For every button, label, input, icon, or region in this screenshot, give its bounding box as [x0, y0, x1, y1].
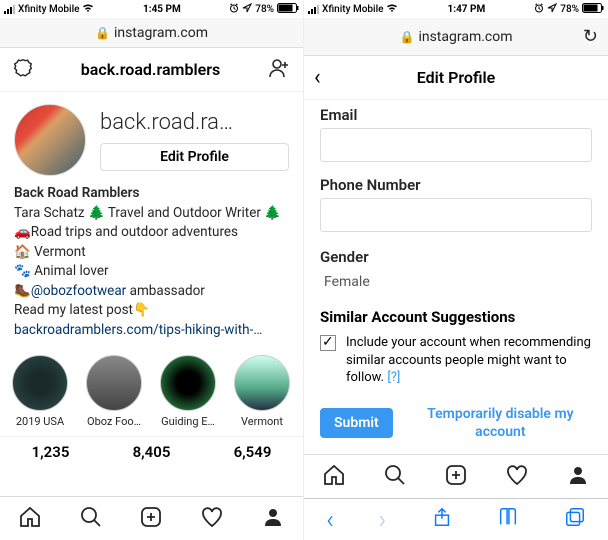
safari-forward-icon[interactable]: ›: [379, 505, 387, 535]
highlight-label: Vermont: [241, 415, 283, 428]
home-icon[interactable]: [322, 463, 346, 491]
profile-name: Back Road Ramblers: [14, 184, 289, 204]
email-label: Email: [320, 106, 592, 124]
safari-toolbar: ‹ ›: [304, 498, 608, 540]
discover-people-icon[interactable]: [267, 56, 291, 84]
username-display: back.road.ra…: [100, 110, 289, 135]
phone-field[interactable]: [320, 198, 592, 232]
stats-row: 1,235 8,405 6,549: [0, 436, 303, 463]
sas-description: Include your account when recommending s…: [346, 334, 592, 387]
back-icon[interactable]: ‹: [314, 65, 321, 90]
signal-icon: [4, 5, 15, 14]
bio-line: 🚗Road trips and outdoor adventures: [14, 223, 289, 243]
bottom-nav: [304, 454, 608, 498]
battery-label: 78%: [255, 4, 274, 15]
email-field[interactable]: [320, 128, 592, 162]
bio-line: 🏠 Vermont: [14, 243, 289, 263]
new-post-icon[interactable]: [139, 505, 163, 533]
url-text: instagram.com: [114, 25, 208, 41]
wifi-icon: [82, 3, 94, 16]
help-link[interactable]: [?]: [387, 370, 400, 385]
profile-icon[interactable]: [566, 463, 590, 491]
home-icon[interactable]: [18, 505, 42, 533]
stat-followers[interactable]: 8,405: [101, 443, 202, 461]
sas-checkbox[interactable]: [320, 335, 336, 351]
highlight-item[interactable]: 2019 USA: [8, 355, 72, 428]
highlight-label: 2019 USA: [16, 415, 64, 428]
stat-following[interactable]: 6,549: [202, 443, 303, 461]
bio-line: 🥾@obozfootwear ambassador: [14, 282, 289, 302]
highlights-row: 2019 USA Oboz Foo… Guiding E… Vermont: [0, 349, 303, 436]
submit-button[interactable]: Submit: [320, 408, 393, 438]
highlight-thumb: [12, 355, 68, 411]
search-icon[interactable]: [383, 463, 407, 491]
gender-label: Gender: [320, 248, 592, 266]
ig-header: back.road.ramblers: [0, 48, 303, 92]
bottom-nav: [0, 496, 303, 540]
profile-icon[interactable]: [261, 505, 285, 533]
clock: 1:45 PM: [143, 4, 181, 15]
safari-tabs-icon[interactable]: [564, 506, 586, 534]
wifi-icon: [386, 3, 398, 16]
carrier-label: Xfinity Mobile: [18, 4, 79, 15]
new-post-icon[interactable]: [444, 463, 468, 491]
lock-icon: 🔒: [95, 26, 110, 40]
highlight-item[interactable]: Guiding E…: [156, 355, 220, 428]
url-bar[interactable]: 🔒 instagram.com ↻: [304, 18, 608, 56]
page-title: Edit Profile: [417, 68, 496, 87]
header-username[interactable]: back.road.ramblers: [34, 60, 267, 79]
url-bar[interactable]: 🔒 instagram.com: [0, 18, 303, 48]
carrier-label: Xfinity Mobile: [322, 4, 383, 15]
bio-line: Read my latest post👇: [14, 301, 289, 321]
highlight-thumb: [234, 355, 290, 411]
location-icon: [547, 3, 557, 16]
highlight-item[interactable]: Oboz Foo…: [82, 355, 146, 428]
highlight-thumb: [86, 355, 142, 411]
avatar[interactable]: [14, 104, 86, 176]
alarm-icon: [229, 3, 239, 16]
battery-icon: [277, 3, 299, 16]
edit-profile-button[interactable]: Edit Profile: [100, 143, 289, 171]
battery-icon: [582, 3, 604, 16]
safari-back-icon[interactable]: ‹: [326, 505, 334, 535]
activity-icon[interactable]: [200, 505, 224, 533]
phone-label: Phone Number: [320, 176, 592, 194]
bio: Back Road Ramblers Tara Schatz 🌲 Travel …: [0, 182, 303, 349]
status-bar: Xfinity Mobile 1:47 PM 78%: [304, 0, 608, 18]
highlight-label: Oboz Foo…: [87, 415, 141, 428]
highlight-thumb: [160, 355, 216, 411]
alarm-icon: [534, 3, 544, 16]
lock-icon: 🔒: [399, 30, 414, 44]
edit-header: ‹ Edit Profile: [304, 56, 608, 100]
gender-value[interactable]: Female: [320, 270, 592, 294]
search-icon[interactable]: [79, 505, 103, 533]
safari-bookmarks-icon[interactable]: [497, 506, 519, 534]
status-bar: Xfinity Mobile 1:45 PM 78%: [0, 0, 303, 18]
stat-posts[interactable]: 1,235: [0, 443, 101, 461]
highlight-label: Guiding E…: [161, 415, 215, 428]
mention-link[interactable]: @obozfootwear: [31, 283, 126, 299]
clock: 1:47 PM: [448, 4, 486, 15]
signal-icon: [308, 5, 319, 14]
settings-icon[interactable]: [12, 57, 34, 83]
disable-account-link[interactable]: Temporarily disable my account: [409, 405, 592, 441]
refresh-icon[interactable]: ↻: [583, 26, 598, 47]
sas-title: Similar Account Suggestions: [320, 308, 592, 326]
url-text: instagram.com: [418, 29, 512, 45]
bio-link[interactable]: backroadramblers.com/tips-hiking-with-…: [14, 322, 262, 338]
highlight-item[interactable]: Vermont: [230, 355, 294, 428]
location-icon: [242, 3, 252, 16]
bio-line: Tara Schatz 🌲 Travel and Outdoor Writer …: [14, 204, 289, 224]
activity-icon[interactable]: [505, 463, 529, 491]
battery-label: 78%: [560, 4, 579, 15]
bio-line: 🐾 Animal lover: [14, 262, 289, 282]
safari-share-icon[interactable]: [431, 506, 453, 534]
